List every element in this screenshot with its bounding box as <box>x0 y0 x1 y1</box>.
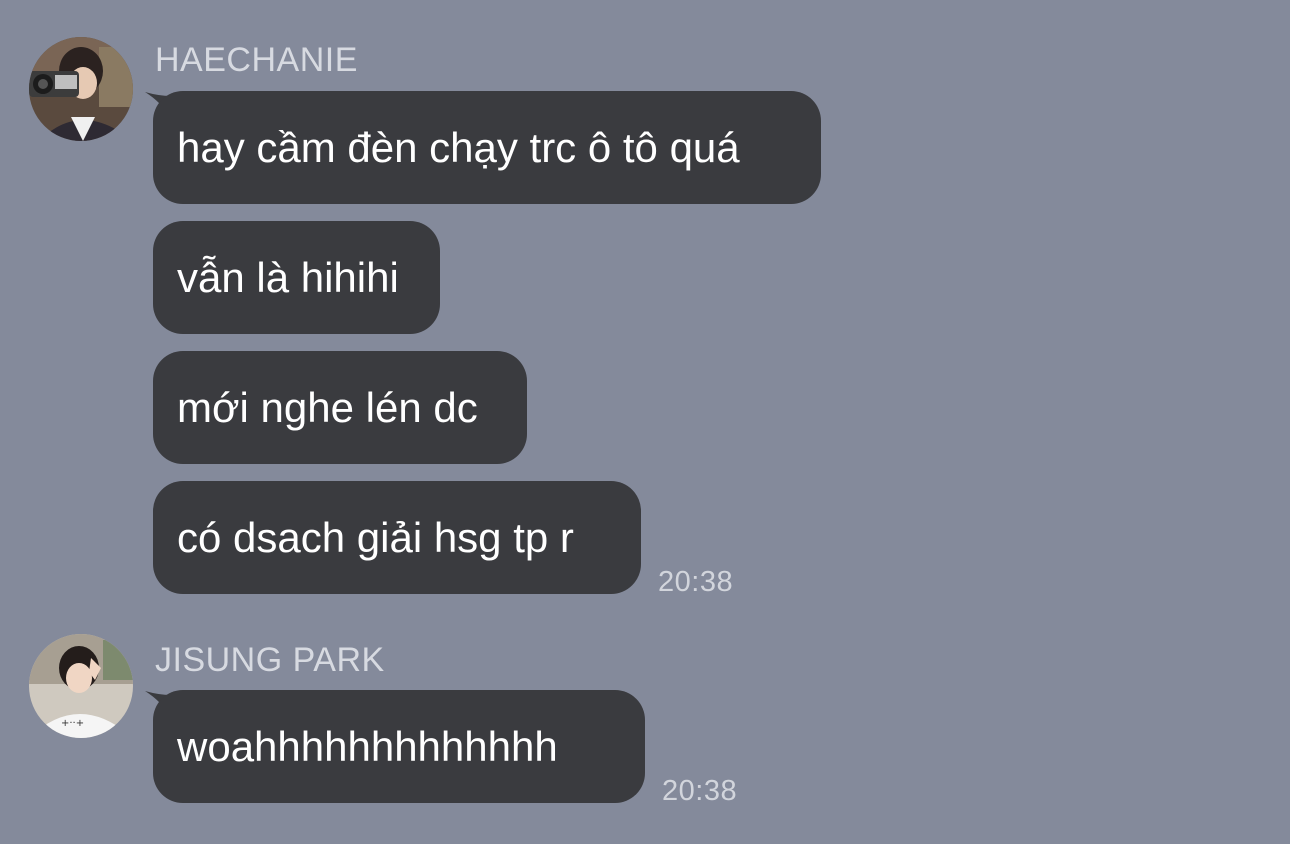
message-timestamp: 20:38 <box>662 775 738 807</box>
message-bubble[interactable]: woahhhhhhhhhhhhh <box>153 690 645 803</box>
sender-name: JISUNG PARK <box>155 641 385 679</box>
sender-name: HAECHANIE <box>155 41 358 79</box>
message-bubble[interactable]: vẫn là hihihi <box>153 221 440 334</box>
sender-avatar[interactable] <box>29 37 133 141</box>
chat-message-list[interactable]: HAECHANIE hay cầm đèn chạy trc ô tô quá … <box>0 0 1290 844</box>
message-text: vẫn là hihihi <box>177 253 399 301</box>
message-text: hay cầm đèn chạy trc ô tô quá <box>177 123 740 171</box>
svg-text:+··+: +··+ <box>61 718 84 729</box>
message-bubble[interactable]: mới nghe lén dc <box>153 351 527 464</box>
message-timestamp: 20:38 <box>658 566 734 598</box>
message-bubble[interactable]: có dsach giải hsg tp r <box>153 481 641 594</box>
message-bubble[interactable]: hay cầm đèn chạy trc ô tô quá <box>153 91 821 204</box>
message-text: có dsach giải hsg tp r <box>177 513 574 561</box>
message-text: mới nghe lén dc <box>177 383 478 431</box>
sender-avatar[interactable]: +··+ <box>29 634 133 738</box>
message-text: woahhhhhhhhhhhhh <box>177 722 558 770</box>
